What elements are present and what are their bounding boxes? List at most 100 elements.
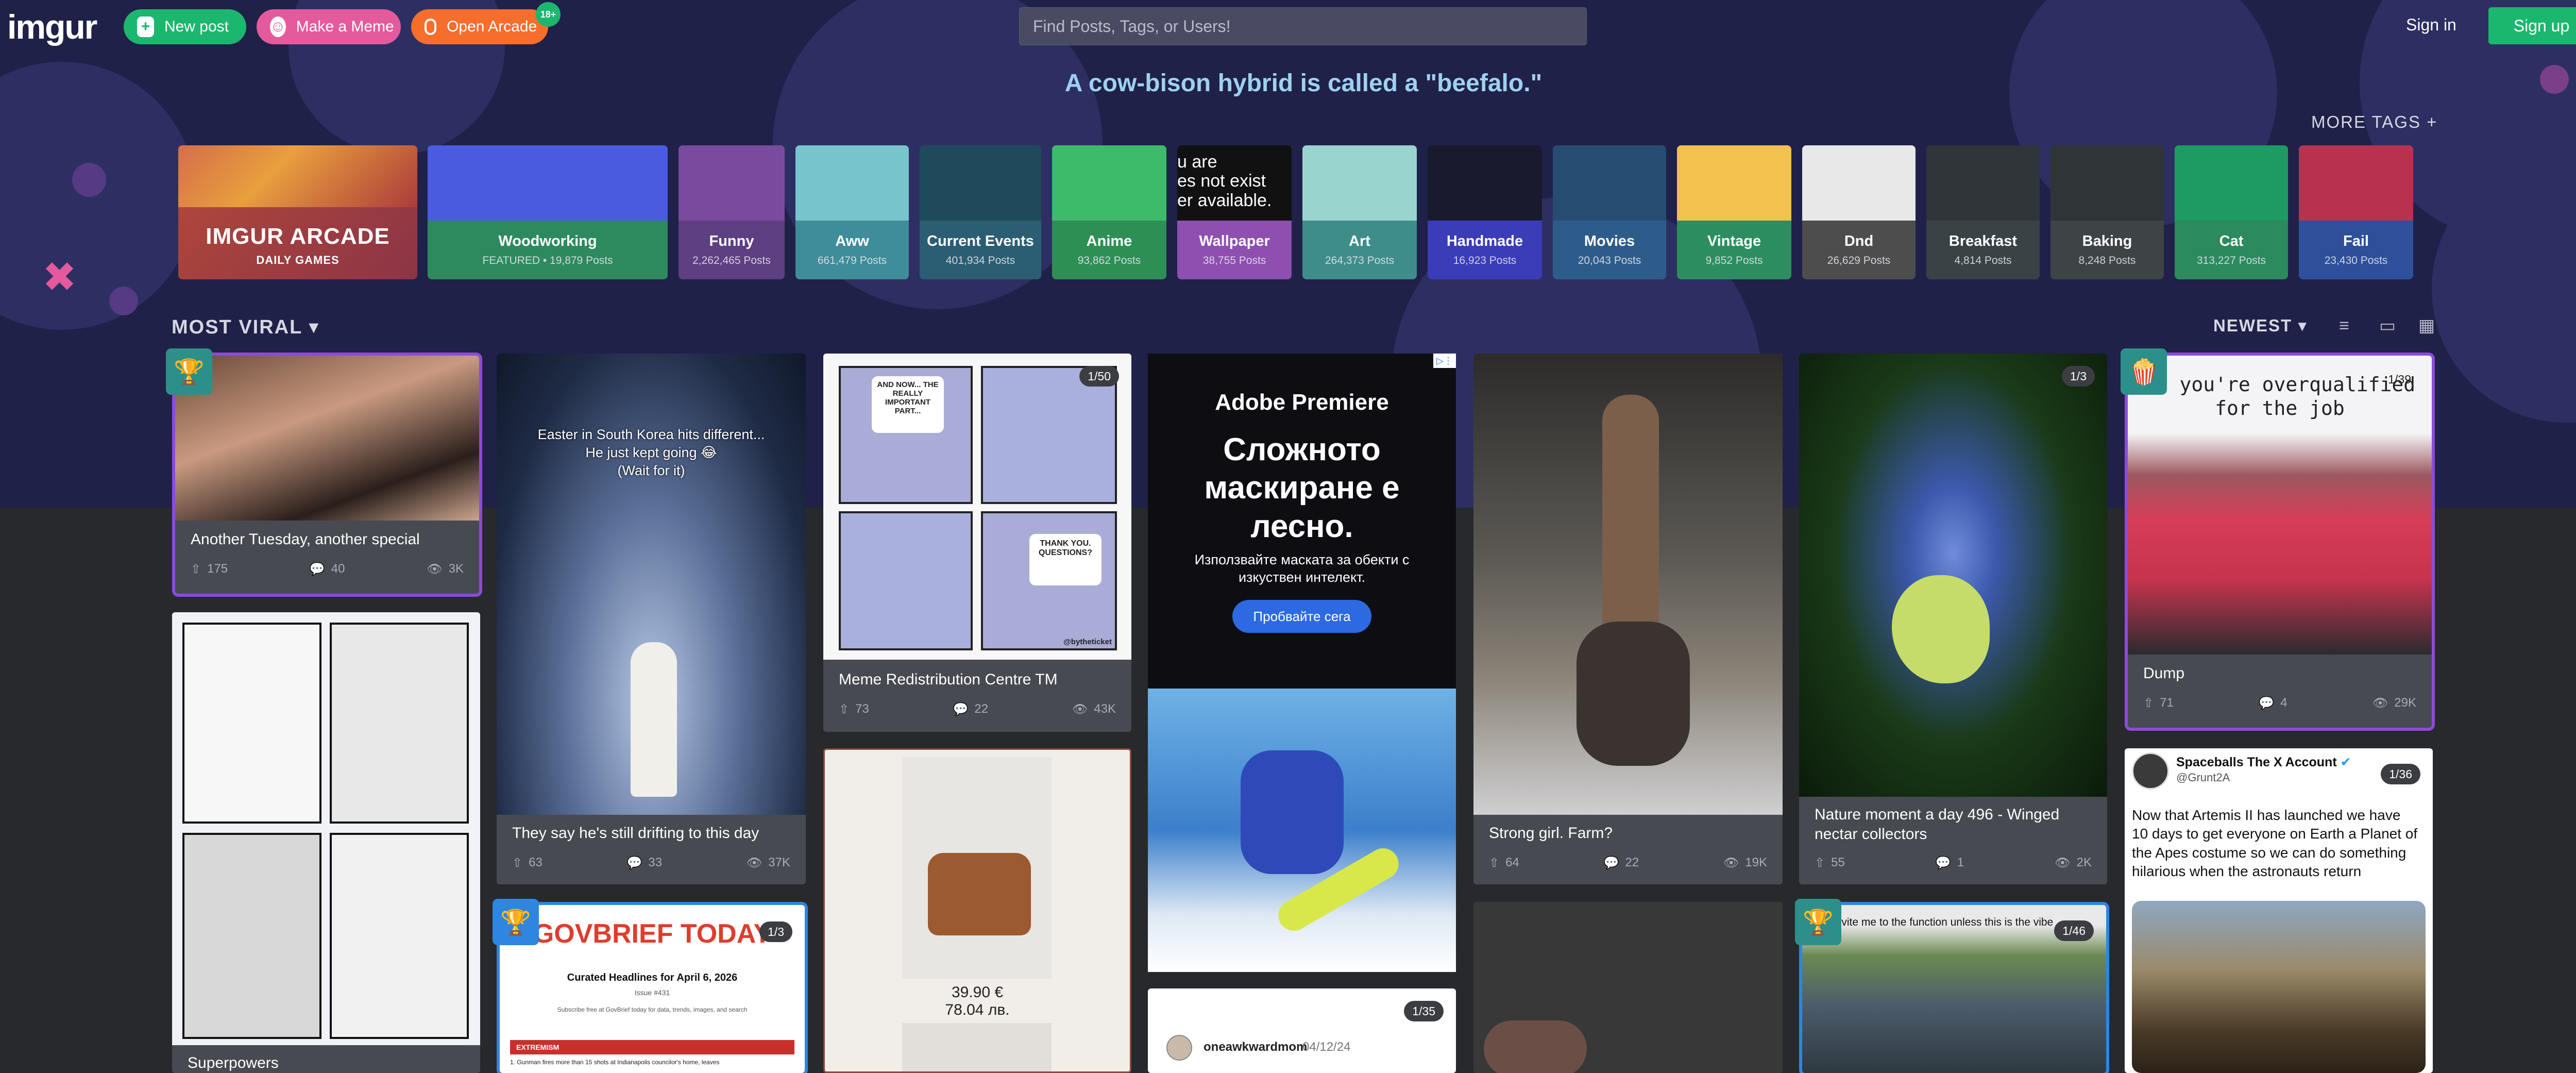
comic-thumbnail: AND NOW... THE REALLY IMPORTANT PART... … xyxy=(823,354,1131,660)
post-card[interactable] xyxy=(1473,902,1783,1073)
comment-stat: 💬 22 xyxy=(1603,856,1639,870)
tag-tile-fail[interactable]: Fail 23,430 Posts xyxy=(2299,145,2413,279)
arrow-up-icon: ⇧ xyxy=(191,562,201,576)
tag-tile-woodworking[interactable]: Woodworking FEATURED • 19,879 Posts xyxy=(428,145,668,279)
tag-tile-dnd[interactable]: Dnd 26,629 Posts xyxy=(1802,145,1916,279)
post-card[interactable]: Spaceballs The X Account ✔ @Grunt2A 1/36… xyxy=(2125,748,2433,1073)
tweet-handle: @Grunt2A xyxy=(2176,771,2230,784)
tag-tile-info: Current Events 401,934 Posts xyxy=(920,221,1041,279)
post-card[interactable]: en you're overqualified for the job 1/39… xyxy=(2128,356,2432,728)
tag-tile-aww[interactable]: Aww 661,479 Posts xyxy=(795,145,909,279)
tag-tile-movies[interactable]: Movies 20,043 Posts xyxy=(1553,145,1666,279)
post-stats: ⇧ 73 💬 22 👁 43K xyxy=(839,702,1116,717)
newsletter-brand: GOVBRIEF TODAY xyxy=(533,919,772,949)
tag-name: Aww xyxy=(835,233,869,250)
tag-tile-art xyxy=(2050,145,2164,221)
ad-creative: ▷⋮ Adobe Premiere Сложното маскиране е л… xyxy=(1148,354,1456,689)
sign-up-button[interactable]: Sign up xyxy=(2488,7,2576,44)
section-sort-dropdown[interactable]: MOST VIRAL ▾ xyxy=(172,315,319,339)
make-meme-button[interactable]: ☺ Make a Meme xyxy=(257,9,401,44)
upvote-stat: ⇧ 71 xyxy=(2143,696,2174,710)
post-card[interactable]: Easter in South Korea hits different... … xyxy=(497,354,806,884)
tag-tile-anime[interactable]: Anime 93,862 Posts xyxy=(1052,145,1166,279)
post-card[interactable]: GOVBRIEF TODAY Curated Headlines for Apr… xyxy=(500,905,805,1073)
tag-tile-art xyxy=(1553,145,1666,221)
post-card[interactable]: invite me to the function unless this is… xyxy=(1802,905,2106,1073)
tag-tile-info: Breakfast 4,814 Posts xyxy=(1926,221,2040,279)
post-card[interactable]: 39.90 € 78.04 лв. xyxy=(823,748,1131,1073)
comment-icon: 💬 xyxy=(2259,696,2275,710)
comment-icon: 💬 xyxy=(626,856,642,870)
video-caption: Easter in South Korea hits different... … xyxy=(537,427,765,479)
imgur-logo[interactable]: imgur xyxy=(7,7,97,46)
post-thumbnail xyxy=(1473,354,1783,815)
list-view-icon[interactable]: ▭ xyxy=(2377,315,2398,336)
tag-tile-art xyxy=(428,145,668,221)
tag-post-count: 2,262,465 Posts xyxy=(692,254,771,266)
newsletter-item: 1. Gunman fires more than 15 shots at In… xyxy=(510,1059,720,1066)
eye-icon: 👁 xyxy=(746,856,762,870)
tag-tile-art[interactable]: Art 264,373 Posts xyxy=(1302,145,1417,279)
comic-thumbnail xyxy=(172,612,480,1045)
tag-tile-baking[interactable]: Baking 8,248 Posts xyxy=(2050,145,2164,279)
tag-tile-wallpaper[interactable]: u are es not exist er available. Wallpape… xyxy=(1177,145,1292,279)
popcorn-icon: 🍿 xyxy=(2121,348,2167,395)
tag-post-count: FEATURED • 19,879 Posts xyxy=(482,254,613,266)
post-stats: ⇧ 175 💬 40 👁 3K xyxy=(191,562,464,577)
tag-tile-info: Handmade 16,923 Posts xyxy=(1428,221,1542,279)
tag-tile-art xyxy=(1926,145,2040,221)
post-card[interactable]: 1/3 Nature moment a day 496 - Winged nec… xyxy=(1799,354,2107,884)
post-card[interactable]: 1/35 oneawkwardmom 04/12/24 xyxy=(1148,988,1456,1073)
post-thumbnail: en you're overqualified for the job xyxy=(2128,356,2432,655)
tag-tile-info: Art 264,373 Posts xyxy=(1302,221,1417,279)
tag-tile-cat[interactable]: Cat 313,227 Posts xyxy=(2175,145,2288,279)
newsletter-section: EXTREMISM xyxy=(510,1040,794,1054)
image-count-badge: 1/35 xyxy=(1404,1001,1444,1021)
imgur-arcade-tile[interactable]: IMGUR ARCADE DAILY GAMES xyxy=(178,145,417,279)
tag-tile-current-events[interactable]: Current Events 401,934 Posts xyxy=(920,145,1041,279)
tag-name: Wallpaper xyxy=(1199,233,1270,250)
more-tags-link[interactable]: MORE TAGS + xyxy=(2311,112,2437,132)
open-arcade-button[interactable]: ⊕ Open Arcade xyxy=(411,9,548,44)
handbag xyxy=(928,853,1031,935)
filter-sliders-icon[interactable]: ≡ xyxy=(2334,315,2354,336)
tag-tile-handmade[interactable]: Handmade 16,923 Posts xyxy=(1428,145,1542,279)
tag-tile-vintage[interactable]: Vintage 9,852 Posts xyxy=(1677,145,1791,279)
adchoices-icon[interactable]: ▷⋮ xyxy=(1433,354,1456,368)
product-thumbnail: 39.90 € 78.04 лв. xyxy=(825,750,1130,1071)
comment-stat: 💬 22 xyxy=(953,702,989,716)
advertisement[interactable]: ▷⋮ Adobe Premiere Сложното маскиране е л… xyxy=(1148,354,1456,972)
post-date: 04/12/24 xyxy=(1302,1040,1351,1054)
tag-tile-art xyxy=(1802,145,1916,221)
post-thumbnail: Easter in South Korea hits different... … xyxy=(497,354,806,815)
product-price: 39.90 € xyxy=(951,984,1004,1001)
post-card[interactable]: Strong girl. Farm? ⇧ 64 💬 22 👁 19K xyxy=(1473,354,1783,884)
comment-stat: 💬 33 xyxy=(626,856,663,870)
tag-name: Cat xyxy=(2219,233,2244,250)
decor-x-icon: ✖ xyxy=(42,254,77,300)
tag-name: Current Events xyxy=(927,233,1034,250)
arrow-up-icon: ⇧ xyxy=(839,702,850,716)
sign-in-link[interactable]: Sign in xyxy=(2406,15,2456,35)
post-card[interactable]: Superpowers xyxy=(172,612,480,1073)
arrow-up-icon: ⇧ xyxy=(1815,856,1825,870)
new-post-button[interactable]: + New post xyxy=(124,9,246,44)
sort-order-dropdown[interactable]: NEWEST ▾ xyxy=(2213,315,2308,336)
ad-cta-button[interactable]: Пробвайте сега xyxy=(1232,600,1371,633)
tag-tile-info: Funny 2,262,465 Posts xyxy=(679,221,785,279)
tag-tile-breakfast[interactable]: Breakfast 4,814 Posts xyxy=(1926,145,2040,279)
tag-tile-funny[interactable]: Funny 2,262,465 Posts xyxy=(679,145,785,279)
post-card[interactable]: AND NOW... THE REALLY IMPORTANT PART... … xyxy=(823,354,1131,732)
tag-name: Vintage xyxy=(1707,233,1761,250)
tag-name: Movies xyxy=(1584,233,1635,250)
grid-view-icon[interactable]: ▦ xyxy=(2416,315,2437,336)
tweet-image xyxy=(2132,901,2426,1073)
plus-icon: + xyxy=(137,16,154,37)
post-card[interactable]: Another Tuesday, another special ⇧ 175 💬 4… xyxy=(175,356,479,594)
newsletter-issue: Issue #431 xyxy=(634,988,670,997)
tag-name: Dnd xyxy=(1844,233,1874,250)
tag-name: Breakfast xyxy=(1948,233,2018,250)
tag-tile-art xyxy=(795,145,909,221)
image-count-badge: 1/3 xyxy=(759,921,792,942)
search-input[interactable] xyxy=(1019,7,1587,45)
